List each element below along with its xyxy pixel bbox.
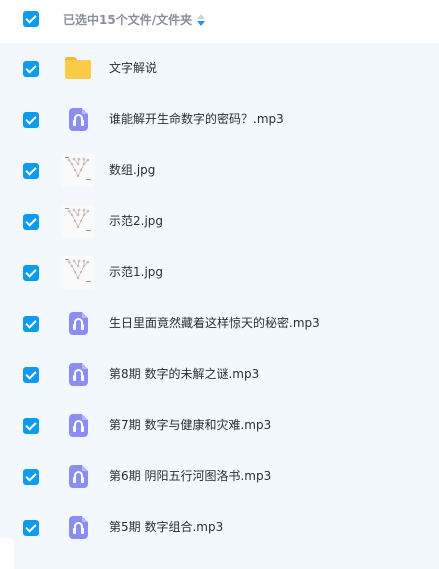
file-row[interactable]: 第7期 数字与健康和灾难.mp3: [0, 400, 439, 451]
row-checkbox[interactable]: [23, 112, 39, 128]
corner-tab: [0, 538, 14, 569]
selection-count-label: 已选中15个文件/文件夹: [63, 12, 206, 28]
image-thumbnail: [61, 205, 94, 238]
row-checkbox[interactable]: [23, 265, 39, 281]
sort-arrows-icon[interactable]: [197, 13, 206, 26]
row-checkbox[interactable]: [23, 520, 39, 536]
file-row[interactable]: 第6期 阴阳五行河图洛书.mp3: [0, 451, 439, 502]
file-row[interactable]: 数组.jpg: [0, 145, 439, 196]
audio-file-icon: [61, 460, 94, 493]
file-row[interactable]: 示范1.jpg: [0, 247, 439, 298]
row-checkbox[interactable]: [23, 61, 39, 77]
audio-file-icon: [61, 103, 94, 136]
audio-file-icon: [61, 409, 94, 442]
file-name[interactable]: 生日里面竟然藏着这样惊天的秘密.mp3: [109, 315, 320, 331]
file-name[interactable]: 第8期 数字的未解之谜.mp3: [109, 366, 259, 382]
audio-file-icon: [61, 307, 94, 340]
file-name[interactable]: 第6期 阴阳五行河图洛书.mp3: [109, 468, 271, 484]
file-row[interactable]: 生日里面竟然藏着这样惊天的秘密.mp3: [0, 298, 439, 349]
row-checkbox[interactable]: [23, 469, 39, 485]
row-checkbox[interactable]: [23, 214, 39, 230]
audio-file-icon: [61, 511, 94, 544]
file-row[interactable]: 第8期 数字的未解之谜.mp3: [0, 349, 439, 400]
file-row[interactable]: 示范2.jpg: [0, 196, 439, 247]
file-name[interactable]: 谁能解开生命数字的密码？.mp3: [109, 111, 284, 127]
row-checkbox[interactable]: [23, 316, 39, 332]
file-name[interactable]: 示范2.jpg: [109, 213, 163, 229]
file-row[interactable]: 第5期 数字组合.mp3: [0, 502, 439, 553]
selection-count-text: 已选中15个文件/文件夹: [63, 13, 193, 27]
file-name[interactable]: 示范1.jpg: [109, 264, 163, 280]
row-checkbox[interactable]: [23, 163, 39, 179]
image-thumbnail: [61, 256, 94, 289]
file-name[interactable]: 第7期 数字与健康和灾难.mp3: [109, 417, 271, 433]
folder-icon: [61, 52, 94, 85]
select-all-checkbox[interactable]: [23, 11, 39, 27]
file-row[interactable]: 文字解说: [0, 43, 439, 94]
list-header: 已选中15个文件/文件夹: [0, 0, 439, 42]
row-checkbox[interactable]: [23, 418, 39, 434]
file-list: 文字解说谁能解开生命数字的密码？.mp3 数组.jpg 示范2.jpg 示范1.jpg…: [0, 43, 439, 569]
file-name[interactable]: 数组.jpg: [109, 162, 155, 178]
file-row[interactable]: 谁能解开生命数字的密码？.mp3: [0, 94, 439, 145]
image-thumbnail: [61, 154, 94, 187]
audio-file-icon: [61, 358, 94, 391]
file-name[interactable]: 第5期 数字组合.mp3: [109, 519, 223, 535]
row-checkbox[interactable]: [23, 367, 39, 383]
file-name[interactable]: 文字解说: [109, 60, 157, 76]
